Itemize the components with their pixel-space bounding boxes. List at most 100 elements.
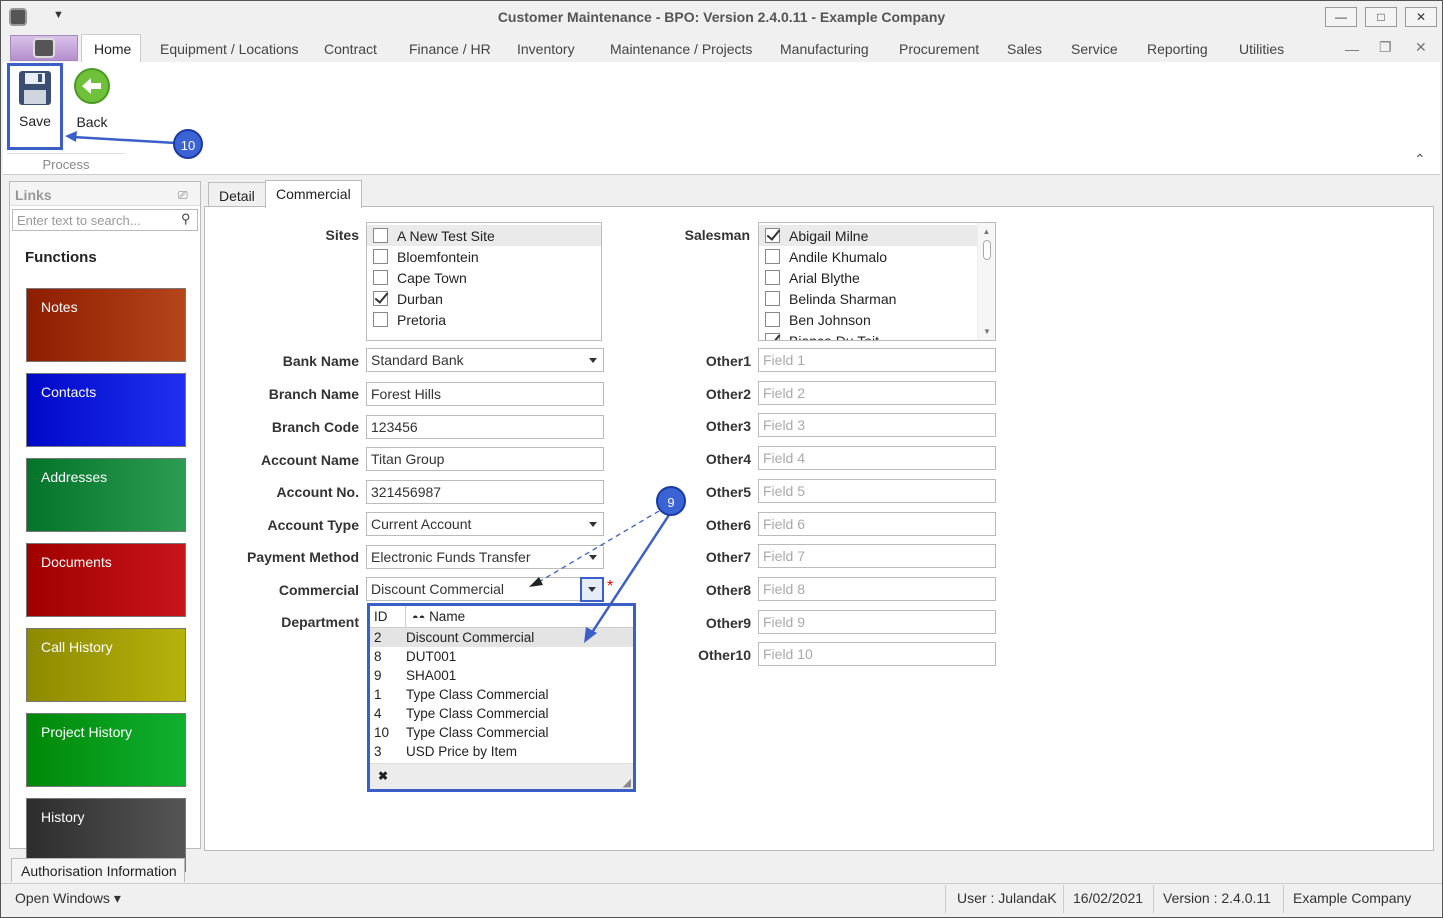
site-item[interactable]: A New Test Site: [367, 225, 601, 246]
ribbon-tab-inventory[interactable]: Inventory: [517, 41, 575, 57]
salesman-label: Salesman: [684, 227, 750, 243]
salesman-item[interactable]: Bianca Du Toit: [759, 330, 995, 340]
salesman-item[interactable]: Abigail Milne: [759, 225, 995, 246]
popup-col-id[interactable]: ID: [370, 605, 406, 628]
authorisation-tab[interactable]: Authorisation Information: [11, 858, 185, 882]
checkbox[interactable]: [765, 270, 780, 285]
salesman-scrollbar[interactable]: ▲ ▼: [977, 223, 995, 340]
bank-name-dropdown[interactable]: Standard Bank: [366, 348, 604, 372]
ribbon-tab-procurement[interactable]: Procurement: [899, 41, 979, 57]
ribbon-minimize-icon[interactable]: —: [1345, 41, 1359, 57]
scroll-up-icon[interactable]: ▲: [978, 227, 995, 236]
other6-input[interactable]: Field 6: [758, 511, 996, 536]
application-menu-button[interactable]: [10, 35, 78, 61]
clear-icon[interactable]: ✖: [378, 769, 388, 783]
function-documents-button[interactable]: Documents: [26, 543, 186, 617]
ribbon-tab-reporting[interactable]: Reporting: [1147, 41, 1208, 57]
other3-input[interactable]: Field 3: [758, 413, 996, 438]
checkbox[interactable]: [765, 291, 780, 306]
ribbon-tab-utilities[interactable]: Utilities: [1239, 41, 1284, 57]
checkbox[interactable]: [765, 228, 780, 243]
salesman-list[interactable]: Abigail Milne Andile Khumalo Arial Blythe B…: [758, 222, 996, 341]
checkbox[interactable]: [373, 291, 388, 306]
lookup-row[interactable]: 3 USD Price by Item: [370, 742, 633, 761]
salesman-item[interactable]: Ben Johnson: [759, 309, 995, 330]
checkbox[interactable]: [765, 312, 780, 327]
checkbox[interactable]: [373, 270, 388, 285]
callout-arrow-save: [65, 131, 177, 145]
tab-detail[interactable]: Detail: [208, 182, 266, 208]
branch-name-label: Branch Name: [268, 386, 359, 402]
other9-input[interactable]: Field 9: [758, 609, 996, 634]
checkbox[interactable]: [765, 333, 780, 340]
salesman-item[interactable]: Belinda Sharman: [759, 288, 995, 309]
ribbon-tab-finance-hr[interactable]: Finance / HR: [409, 41, 491, 57]
ribbon-tab-manufacturing[interactable]: Manufacturing: [780, 41, 869, 57]
other7-input[interactable]: Field 7: [758, 544, 996, 569]
other4-input[interactable]: Field 4: [758, 446, 996, 471]
sites-list[interactable]: A New Test Site Bloemfontein Cape Town Durb…: [366, 222, 602, 341]
function-notes-button[interactable]: Notes: [26, 288, 186, 362]
maximize-button[interactable]: □: [1365, 7, 1397, 27]
lookup-row-name: Discount Commercial: [406, 630, 535, 645]
ribbon-tab-maintenance-projects[interactable]: Maintenance / Projects: [610, 41, 752, 57]
lookup-row[interactable]: 1 Type Class Commercial: [370, 685, 633, 704]
popup-col-name-wrap[interactable]: ◓◓ Name: [406, 609, 465, 624]
lookup-row[interactable]: 10 Type Class Commercial: [370, 723, 633, 742]
lookup-row-name: USD Price by Item: [406, 744, 518, 759]
ribbon-close-icon[interactable]: ✕: [1415, 39, 1427, 56]
site-item[interactable]: Bloemfontein: [367, 246, 601, 267]
tab-commercial[interactable]: Commercial: [265, 180, 362, 208]
function-project-history-button[interactable]: Project History: [26, 713, 186, 787]
sites-label: Sites: [325, 227, 359, 243]
links-search-input[interactable]: Enter text to search...: [12, 209, 198, 231]
site-item[interactable]: Cape Town: [367, 267, 601, 288]
ribbon-tab-service[interactable]: Service: [1071, 41, 1118, 57]
branch-code-input[interactable]: 123456: [366, 415, 604, 439]
open-windows-menu[interactable]: Open Windows ▾: [15, 890, 121, 907]
account-name-input[interactable]: Titan Group: [366, 447, 604, 471]
other10-input[interactable]: Field 10: [758, 642, 996, 667]
ribbon-tab-equipment-locations[interactable]: Equipment / Locations: [160, 41, 299, 57]
lookup-row-id: 4: [374, 706, 382, 721]
salesman-item[interactable]: Andile Khumalo: [759, 246, 995, 267]
salesman-item[interactable]: Arial Blythe: [759, 267, 995, 288]
links-title: Links: [15, 187, 52, 203]
ribbon-panel: [3, 62, 1440, 175]
resize-grip-icon[interactable]: ◢: [623, 776, 631, 789]
pin-icon[interactable]: ⎚: [178, 188, 188, 203]
status-company: Example Company: [1293, 890, 1412, 906]
ribbon-restore-icon[interactable]: ❐: [1379, 39, 1392, 56]
checkbox[interactable]: [373, 312, 388, 327]
checkbox[interactable]: [373, 249, 388, 264]
minimize-button[interactable]: —: [1325, 7, 1357, 27]
other1-input[interactable]: Field 1: [758, 348, 996, 372]
function-addresses-button[interactable]: Addresses: [26, 458, 186, 532]
other2-input[interactable]: Field 2: [758, 380, 996, 405]
scroll-thumb[interactable]: [982, 240, 991, 260]
ribbon-tab-sales[interactable]: Sales: [1007, 41, 1042, 57]
save-button[interactable]: Save: [7, 63, 63, 150]
checkbox[interactable]: [765, 249, 780, 264]
other5-input[interactable]: Field 5: [758, 478, 996, 503]
site-item[interactable]: Durban: [367, 288, 601, 309]
function-contacts-button[interactable]: Contacts: [26, 373, 186, 447]
lookup-row[interactable]: 4 Type Class Commercial: [370, 704, 633, 723]
account-type-label: Account Type: [267, 517, 359, 533]
lookup-row-id: 3: [374, 744, 382, 759]
lookup-row-id: 10: [374, 725, 390, 740]
other8-input[interactable]: Field 8: [758, 576, 996, 601]
ribbon-tab-home[interactable]: Home: [94, 41, 131, 57]
branch-name-input[interactable]: Forest Hills: [366, 382, 604, 406]
collapse-ribbon-icon[interactable]: ⌃: [1414, 151, 1426, 168]
scroll-down-icon[interactable]: ▼: [978, 327, 995, 336]
chevron-down-icon: [589, 358, 597, 363]
function-call-history-button[interactable]: Call History: [26, 628, 186, 702]
save-label: Save: [19, 113, 51, 129]
lookup-row[interactable]: 9 SHA001: [370, 666, 633, 685]
function-button-label: History: [41, 809, 85, 825]
site-item[interactable]: Pretoria: [367, 309, 601, 330]
close-button[interactable]: ✕: [1405, 7, 1437, 27]
checkbox[interactable]: [373, 228, 388, 243]
ribbon-tab-contract[interactable]: Contract: [324, 41, 377, 57]
